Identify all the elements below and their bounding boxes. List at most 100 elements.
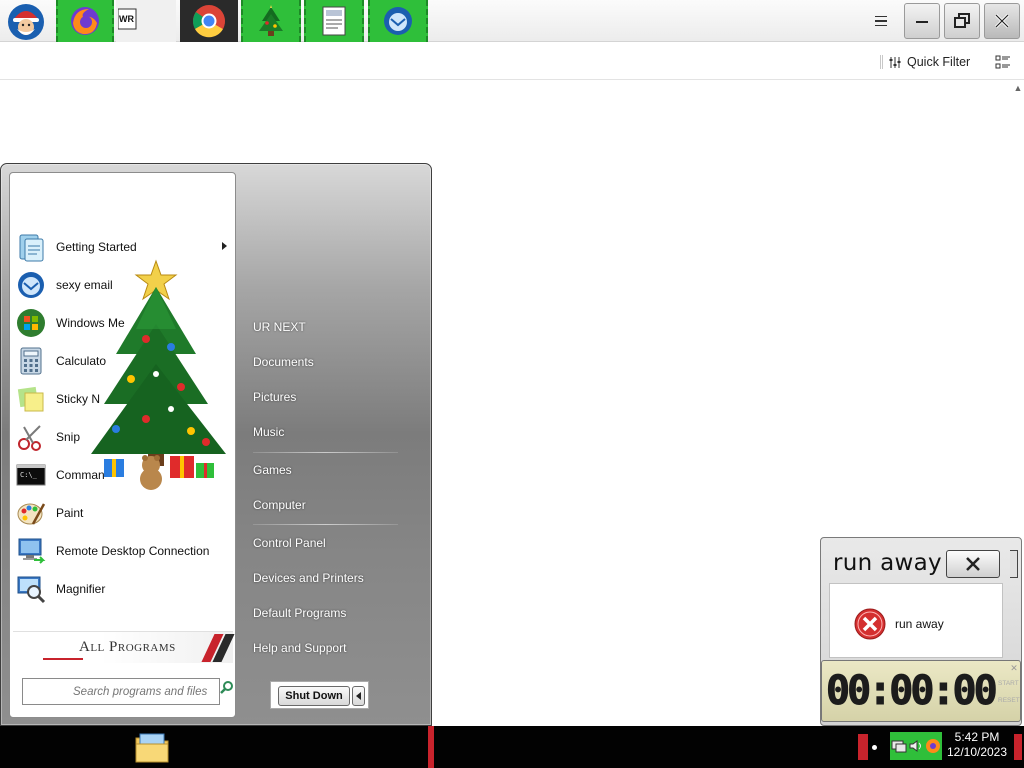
- start-item-documents[interactable]: Documents: [246, 348, 406, 376]
- start-button[interactable]: [0, 0, 52, 42]
- shutdown-area: Shut Down: [270, 681, 369, 709]
- program-label: sexy email: [56, 278, 113, 292]
- taskbar-chrome[interactable]: [180, 0, 238, 42]
- close-button[interactable]: [984, 3, 1020, 39]
- dialog-title: run away: [833, 550, 942, 576]
- thunderbird-icon: [15, 269, 47, 301]
- close-icon: [966, 557, 980, 571]
- start-item-music[interactable]: Music: [246, 418, 406, 446]
- submenu-arrow-icon: [222, 242, 227, 250]
- program-label: Snip: [56, 430, 81, 444]
- program-item-remote-desktop[interactable]: Remote Desktop Connection: [15, 533, 233, 569]
- program-item-magnifier[interactable]: Magnifier: [15, 571, 233, 607]
- command-prompt-icon: C:\_: [15, 459, 47, 491]
- chrome-icon: [193, 5, 225, 38]
- svg-text:WR: WR: [119, 14, 134, 24]
- network-icon[interactable]: [891, 738, 907, 754]
- all-programs-label: All Programs: [79, 639, 176, 655]
- christmas-tree-icon: [259, 5, 283, 36]
- start-menu-divider: [253, 452, 398, 453]
- toolbar-divider: [880, 55, 883, 69]
- clock-time: 5:42 PM: [954, 730, 1000, 744]
- remote-desktop-icon: [15, 535, 47, 567]
- scroll-up-arrow[interactable]: ▲: [1012, 82, 1024, 94]
- program-label: Sticky N: [56, 392, 101, 406]
- start-menu-divider: [253, 524, 398, 525]
- start-item-computer[interactable]: Computer: [246, 491, 406, 519]
- show-desktop-button[interactable]: [1014, 734, 1022, 760]
- start-search-box[interactable]: [22, 678, 231, 705]
- start-item-devices-printers[interactable]: Devices and Printers: [246, 564, 406, 592]
- system-tray: [890, 732, 942, 760]
- search-icon[interactable]: [219, 680, 235, 696]
- program-label: Magnifier: [56, 582, 106, 596]
- thunderbird-icon: [384, 7, 412, 35]
- taskbar-document[interactable]: [304, 0, 364, 42]
- app-toolbar: Quick Filter: [0, 43, 1024, 80]
- program-item-command-prompt[interactable]: C:\_ Comman: [15, 457, 233, 493]
- start-item-control-panel[interactable]: Control Panel: [246, 529, 406, 557]
- tray-app-icon[interactable]: [925, 738, 941, 754]
- magnifier-icon: [15, 573, 47, 605]
- search-input[interactable]: [73, 679, 231, 704]
- program-label: Windows Me: [56, 316, 125, 330]
- snipping-tool-icon: [15, 421, 47, 453]
- start-item-help-support[interactable]: Help and Support: [246, 634, 406, 662]
- program-item-calculator[interactable]: Calculato: [15, 343, 233, 379]
- calculator-icon: [15, 345, 47, 377]
- file-explorer-icon: [135, 733, 169, 763]
- stopwatch-start-button[interactable]: START: [998, 680, 1019, 687]
- paint-icon: [15, 497, 47, 529]
- minimize-icon: [916, 21, 928, 23]
- gadget-close-icon[interactable]: ✕: [1009, 663, 1019, 673]
- program-item-getting-started[interactable]: Getting Started: [15, 229, 233, 265]
- program-item-sticky-notes[interactable]: Sticky N: [15, 381, 233, 417]
- shutdown-options-arrow[interactable]: [352, 686, 365, 706]
- stopwatch-reset-button[interactable]: RESET: [998, 697, 1020, 704]
- quick-filter-button[interactable]: Quick Filter: [888, 52, 970, 72]
- layout-icon[interactable]: [995, 54, 1011, 70]
- santa-start-orb-icon: [8, 4, 44, 40]
- sticky-notes-icon: [15, 383, 47, 415]
- start-item-ur-next[interactable]: UR NEXT: [246, 313, 406, 341]
- taskbar-thunderbird[interactable]: [368, 0, 428, 42]
- all-programs-button[interactable]: All Programs: [13, 631, 235, 663]
- taskbar-explorer[interactable]: WR: [116, 0, 176, 42]
- stopwatch-gadget: 00:00:00 ✕ START RESET: [821, 660, 1021, 722]
- dialog-body: run away: [829, 583, 1003, 658]
- close-icon: [994, 13, 1010, 29]
- dialog-edge: [1010, 550, 1018, 578]
- taskbar-clock[interactable]: 5:42 PM 12/10/2023: [944, 730, 1010, 764]
- error-icon: [854, 608, 886, 640]
- program-item-snipping-tool[interactable]: Snip: [15, 419, 233, 455]
- program-item-paint[interactable]: Paint: [15, 495, 233, 531]
- svg-text:C:\_: C:\_: [20, 471, 38, 479]
- program-label: Comman: [56, 468, 105, 482]
- windows-media-center-icon: [15, 307, 47, 339]
- tray-decoration: [858, 734, 868, 760]
- program-item-windows-media-center[interactable]: Windows Me: [15, 305, 233, 341]
- menu-icon[interactable]: [872, 12, 890, 30]
- shutdown-button[interactable]: Shut Down: [278, 686, 350, 706]
- start-menu-programs-pane: Getting Started sexy email Windows Me Ca…: [9, 172, 236, 718]
- program-label: Calculato: [56, 354, 107, 368]
- minimize-button[interactable]: [904, 3, 940, 39]
- firefox-icon: [71, 7, 99, 35]
- dialog-message: run away: [895, 617, 944, 631]
- quick-filter-label: Quick Filter: [907, 55, 971, 69]
- getting-started-icon: [15, 231, 47, 263]
- start-item-pictures[interactable]: Pictures: [246, 383, 406, 411]
- volume-icon[interactable]: [908, 738, 924, 754]
- filter-sliders-icon: [889, 56, 901, 68]
- dialog-close-button[interactable]: [946, 550, 1000, 578]
- program-item-email[interactable]: sexy email: [15, 267, 233, 303]
- program-label: Remote Desktop Connection: [56, 544, 210, 558]
- taskbar-decoration: [428, 726, 434, 768]
- start-item-default-programs[interactable]: Default Programs: [246, 599, 406, 627]
- restore-button[interactable]: [944, 3, 980, 39]
- program-label: Getting Started: [56, 240, 137, 254]
- taskbar-firefox[interactable]: [56, 0, 114, 42]
- taskbar-christmas-gadget[interactable]: [241, 0, 301, 42]
- tray-indicator: [872, 745, 877, 750]
- start-item-games[interactable]: Games: [246, 456, 406, 484]
